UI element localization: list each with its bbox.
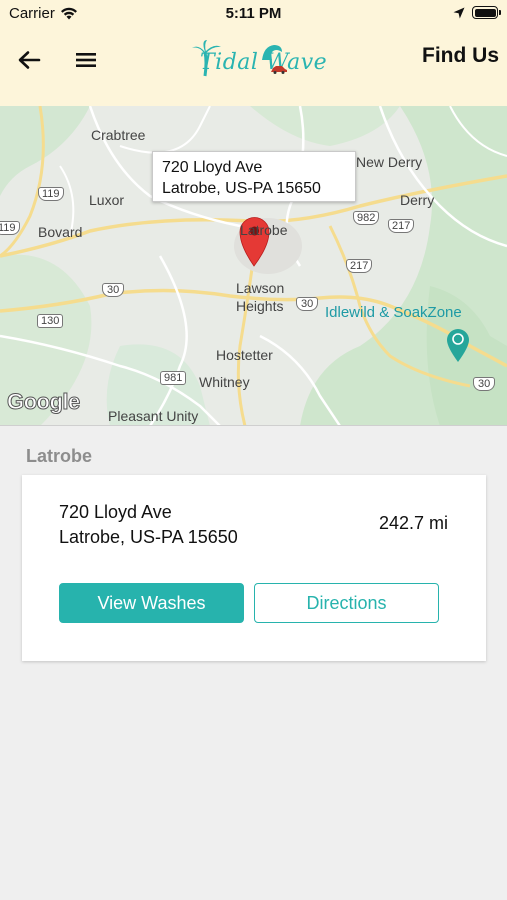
location-card: 720 Lloyd Ave Latrobe, US-PA 15650 242.7… — [22, 475, 486, 661]
map-label-derry: Derry — [400, 192, 435, 208]
car-icon — [271, 66, 287, 74]
address-line-2: Latrobe, US-PA 15650 — [59, 527, 238, 547]
route-shield: 217 — [346, 256, 373, 273]
directions-button[interactable]: Directions — [254, 583, 439, 623]
map-label-latrobe: Latrobe — [240, 222, 288, 238]
map-label-crabtree: Crabtree — [91, 127, 146, 143]
back-button[interactable] — [14, 46, 44, 74]
view-washes-button[interactable]: View Washes — [59, 583, 244, 623]
route-shield: 30 — [473, 374, 496, 391]
location-distance: 242.7 mi — [378, 513, 448, 533]
wave-icon — [262, 45, 282, 60]
map-label-lawson: Lawson — [236, 280, 285, 296]
route-shield: 119 — [38, 184, 64, 201]
map-label-new-derry: New Derry — [356, 154, 423, 170]
section-title: Latrobe — [26, 446, 93, 466]
route-shield: 981 — [160, 368, 187, 385]
map-label-heights: Heights — [236, 298, 284, 314]
map-label-pleasant-unity: Pleasant Unity — [108, 408, 199, 424]
address-line-1: 720 Lloyd Ave — [59, 502, 172, 522]
map-label-bovard: Bovard — [38, 224, 83, 240]
route-shield: 30 — [102, 280, 125, 297]
arrow-left-icon — [18, 51, 41, 69]
status-time: 5:11 PM — [225, 5, 282, 22]
status-bar: Carrier 5:11 PM — [0, 0, 507, 28]
map-label-whitney: Whitney — [199, 374, 250, 390]
route-shield: 130 — [37, 311, 64, 328]
nav-bar: Tidal Wave Find Us — [0, 28, 507, 106]
location-address: 720 Lloyd Ave Latrobe, US-PA 15650 — [59, 500, 238, 550]
map-label-idlewild[interactable]: Idlewild & SoakZone — [325, 304, 462, 321]
hamburger-icon — [76, 53, 96, 67]
google-attribution[interactable]: Google — [7, 389, 81, 415]
status-right — [453, 6, 501, 19]
page-title: Find Us — [422, 44, 499, 67]
route-shield: 119 — [0, 218, 20, 235]
callout-line-1: 720 Lloyd Ave — [162, 159, 263, 176]
callout-line-2: Latrobe, US-PA 15650 — [162, 180, 321, 197]
location-arrow-icon — [453, 7, 465, 18]
route-shield: 217 — [388, 216, 415, 233]
menu-button[interactable] — [71, 46, 101, 74]
route-shield: 30 — [296, 294, 319, 311]
map-view[interactable]: 119 119 982 217 217 30 30 30 130 981 Cra… — [0, 106, 507, 426]
map-label-hostetter: Hostetter — [216, 347, 273, 363]
map-label-luxor: Luxor — [89, 192, 125, 208]
route-shield: 982 — [353, 208, 380, 225]
battery-icon — [472, 6, 501, 19]
map-callout[interactable]: 720 Lloyd Ave Latrobe, US-PA 15650 — [152, 151, 356, 202]
brand-logo: Tidal Wave — [192, 40, 327, 86]
